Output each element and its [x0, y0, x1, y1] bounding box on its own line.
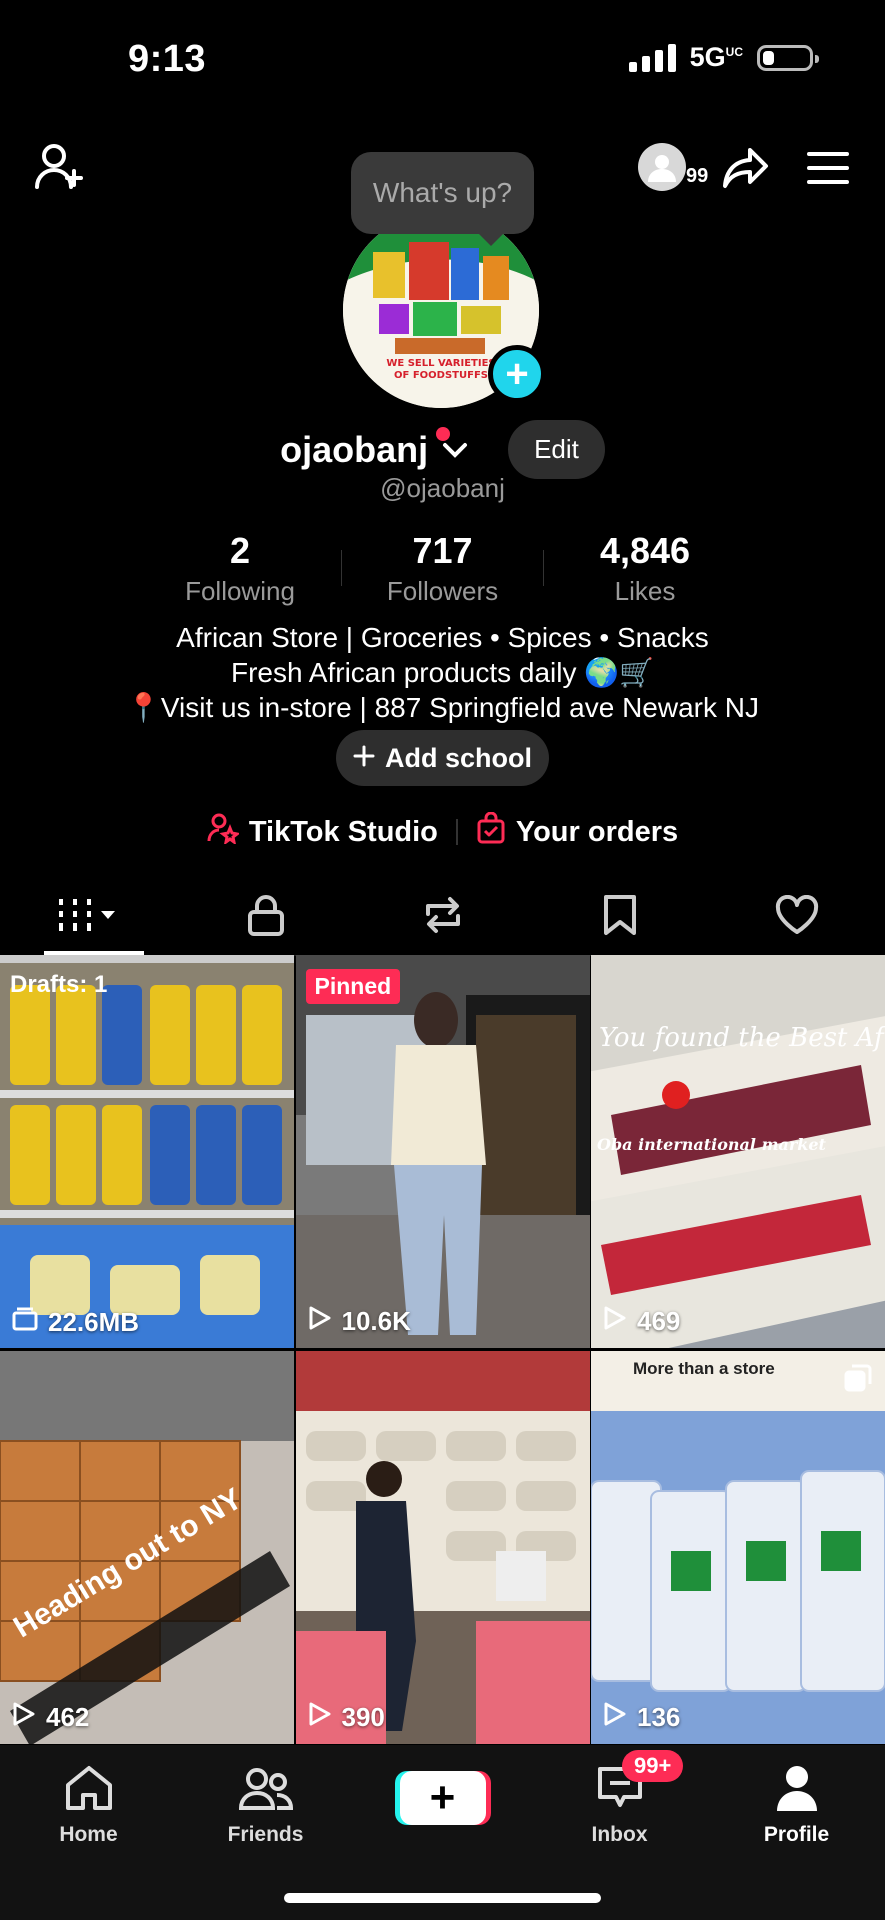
video-views: 10.6K: [308, 1305, 411, 1338]
video-thumbnail[interactable]: Heading out to NY 462: [0, 1351, 294, 1744]
bio-line: Fresh African products daily 🌍🛒: [231, 657, 654, 688]
create-icon: +: [399, 1771, 486, 1825]
divider: [340, 550, 342, 586]
tiktok-studio-link[interactable]: TikTok Studio: [207, 812, 438, 852]
play-icon: [603, 1701, 627, 1734]
inbox-badge: 99+: [622, 1750, 684, 1782]
repost-icon: [420, 894, 466, 941]
drafts-icon: [12, 1307, 38, 1338]
video-thumbnail[interactable]: 390: [295, 1351, 590, 1744]
play-icon: [603, 1305, 627, 1338]
status-indicators: 5GUC: [628, 42, 819, 73]
video-views: 136: [603, 1701, 680, 1734]
add-school-button[interactable]: Add school: [336, 730, 549, 786]
svg-text:OF FOODSTUFFS: OF FOODSTUFFS: [394, 370, 488, 381]
user-handle: @ojaobanj: [380, 473, 505, 503]
studio-icon: [207, 812, 241, 852]
video-count: 22.6MB: [12, 1307, 139, 1338]
play-icon: [308, 1305, 332, 1338]
chevron-down-icon[interactable]: [442, 440, 468, 460]
drafts-label: Drafts: 1: [10, 971, 108, 998]
lock-icon: [247, 894, 285, 941]
bookmark-icon: [603, 894, 637, 941]
video-thumbnail[interactable]: More than a store 136: [591, 1351, 885, 1744]
tab-favorites[interactable]: [560, 880, 680, 955]
add-friend-icon[interactable]: [30, 140, 90, 194]
share-icon[interactable]: [720, 142, 772, 194]
stat-following[interactable]: 2 Following: [150, 530, 330, 607]
video-views: 390: [308, 1701, 385, 1734]
thumbnail-image: [295, 1351, 590, 1744]
plus-icon: [353, 743, 375, 774]
video-caption-overlay: You found the Best African store in: [599, 1023, 885, 1053]
video-grid: Drafts: 1 22.6MB Pinned 10.6K You found …: [0, 955, 885, 1744]
thumbnail-image: [591, 1351, 885, 1744]
nav-profile[interactable]: Profile: [727, 1765, 867, 1847]
status-time: 9:13: [128, 38, 207, 80]
profile-icon: [775, 1765, 819, 1817]
stat-likes[interactable]: 4,846 Likes: [555, 530, 735, 607]
video-thumbnail-drafts[interactable]: Drafts: 1 22.6MB: [0, 955, 294, 1348]
name-row: ojaobanj Edit: [0, 420, 885, 479]
tab-liked[interactable]: [737, 880, 857, 955]
bio-line: African Store | Groceries • Spices • Sna…: [176, 622, 709, 653]
whats-up-bubble[interactable]: What's up?: [351, 152, 534, 246]
thumbnail-image: [0, 955, 294, 1348]
home-indicator: [284, 1893, 601, 1903]
video-views: 469: [603, 1305, 680, 1338]
nav-home[interactable]: Home: [19, 1765, 159, 1847]
home-icon: [64, 1765, 114, 1817]
add-story-button[interactable]: +: [488, 345, 546, 403]
avatar-banner-text: WE SELL VARIETIES: [386, 358, 495, 369]
friends-icon: [238, 1765, 293, 1817]
grid-icon: [57, 897, 121, 938]
video-views: 462: [12, 1701, 89, 1734]
network-type: 5GUC: [689, 42, 743, 72]
username[interactable]: ojaobanj: [280, 426, 451, 471]
heart-icon: [775, 894, 819, 940]
content-tabs: [0, 880, 885, 956]
divider: [455, 819, 458, 845]
thumbnail-image: [295, 955, 590, 1348]
bio: African Store | Groceries • Spices • Sna…: [0, 620, 885, 725]
play-icon: [308, 1701, 332, 1734]
multi-photo-icon: [843, 1363, 873, 1398]
tab-reposts[interactable]: [383, 880, 503, 955]
stat-followers[interactable]: 717 Followers: [353, 530, 533, 607]
tab-private[interactable]: [206, 880, 326, 955]
notification-dot: [436, 426, 451, 441]
play-icon: [12, 1701, 36, 1734]
your-orders-link[interactable]: Your orders: [476, 811, 678, 852]
story-count: 99: [686, 165, 709, 187]
video-caption-overlay: More than a store: [633, 1359, 775, 1378]
shopping-bag-icon: [476, 811, 506, 852]
profile-links: TikTok Studio Your orders: [0, 811, 885, 852]
signal-icon: [628, 43, 676, 72]
edit-profile-button[interactable]: Edit: [508, 420, 605, 479]
nav-friends[interactable]: Friends: [196, 1765, 336, 1847]
video-thumbnail-pinned[interactable]: Pinned 10.6K: [295, 955, 590, 1348]
menu-icon[interactable]: [804, 148, 852, 188]
story-avatar-button[interactable]: 99: [638, 143, 708, 193]
bio-line: 📍Visit us in-store | 887 Springfield ave…: [126, 692, 759, 723]
tab-videos[interactable]: [29, 880, 149, 955]
video-caption-overlay: Oba international market: [597, 1135, 826, 1154]
video-thumbnail[interactable]: You found the Best African store in Oba …: [591, 955, 885, 1348]
avatar-placeholder-icon: [638, 143, 686, 191]
profile-stats: 2 Following 717 Followers 4,846 Likes: [150, 530, 735, 607]
nav-create[interactable]: +: [373, 1765, 513, 1847]
pinned-badge: Pinned: [305, 969, 401, 1004]
divider: [543, 550, 545, 586]
profile-avatar-area: WE SELL VARIETIES OF FOODSTUFFS +: [343, 212, 546, 408]
battery-icon: [757, 44, 819, 71]
